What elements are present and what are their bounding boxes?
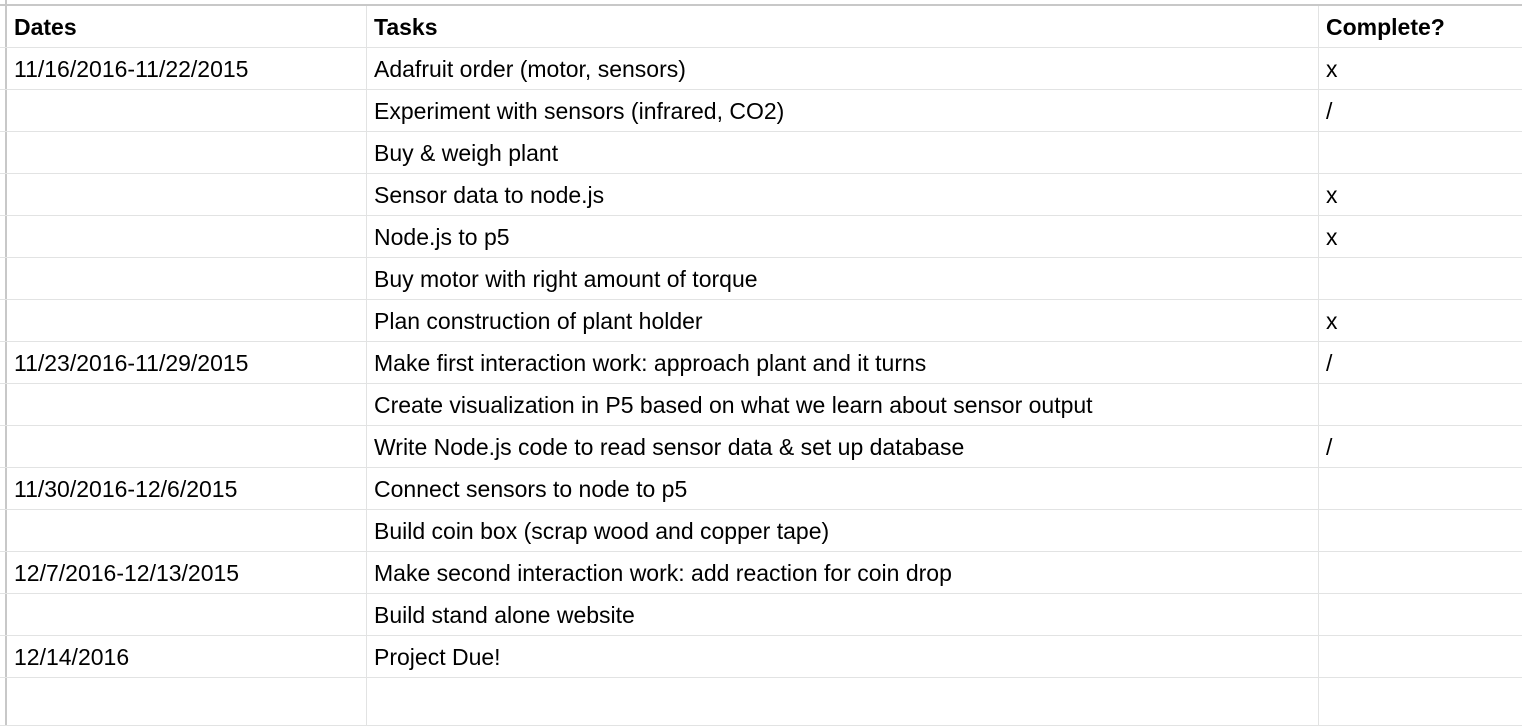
date-cell[interactable]: 11/16/2016-11/22/2015 — [7, 48, 367, 89]
task-cell[interactable]: Connect sensors to node to p5 — [367, 468, 1319, 509]
task-cell[interactable]: Node.js to p5 — [367, 216, 1319, 257]
table-row: Sensor data to node.js x — [0, 174, 1522, 216]
table-row: Plan construction of plant holder x — [0, 300, 1522, 342]
complete-cell[interactable] — [1319, 552, 1522, 593]
complete-cell[interactable]: x — [1319, 174, 1522, 215]
task-cell[interactable]: Build coin box (scrap wood and copper ta… — [367, 510, 1319, 551]
header-cell-complete[interactable]: Complete? — [1319, 6, 1522, 47]
table-row — [0, 678, 1522, 726]
table-row: Create visualization in P5 based on what… — [0, 384, 1522, 426]
task-cell[interactable]: Build stand alone website — [367, 594, 1319, 635]
complete-cell[interactable]: / — [1319, 426, 1522, 467]
date-cell[interactable] — [7, 594, 367, 635]
table-row: 12/7/2016-12/13/2015 Make second interac… — [0, 552, 1522, 594]
task-cell[interactable]: Project Due! — [367, 636, 1319, 677]
date-cell[interactable]: 12/7/2016-12/13/2015 — [7, 552, 367, 593]
complete-cell[interactable] — [1319, 636, 1522, 677]
task-cell[interactable]: Experiment with sensors (infrared, CO2) — [367, 90, 1319, 131]
table-row: Buy motor with right amount of torque — [0, 258, 1522, 300]
table-row: Node.js to p5 x — [0, 216, 1522, 258]
date-cell[interactable] — [7, 174, 367, 215]
date-cell[interactable] — [7, 678, 367, 726]
complete-cell[interactable] — [1319, 594, 1522, 635]
complete-cell[interactable] — [1319, 678, 1522, 726]
complete-cell[interactable] — [1319, 510, 1522, 551]
date-cell[interactable] — [7, 426, 367, 467]
date-cell[interactable] — [7, 90, 367, 131]
task-cell[interactable]: Make second interaction work: add reacti… — [367, 552, 1319, 593]
complete-cell[interactable] — [1319, 258, 1522, 299]
complete-cell[interactable]: / — [1319, 90, 1522, 131]
task-cell[interactable]: Make first interaction work: approach pl… — [367, 342, 1319, 383]
task-cell[interactable] — [367, 678, 1319, 726]
date-cell[interactable] — [7, 300, 367, 341]
date-cell[interactable]: 11/23/2016-11/29/2015 — [7, 342, 367, 383]
date-cell[interactable]: 12/14/2016 — [7, 636, 367, 677]
complete-cell[interactable]: x — [1319, 48, 1522, 89]
task-cell[interactable]: Sensor data to node.js — [367, 174, 1319, 215]
date-cell[interactable] — [7, 216, 367, 257]
spreadsheet-grid: Dates Tasks Complete? 11/16/2016-11/22/2… — [0, 0, 1522, 726]
date-cell[interactable] — [7, 258, 367, 299]
date-cell[interactable] — [7, 384, 367, 425]
table-row: 12/14/2016 Project Due! — [0, 636, 1522, 678]
date-cell[interactable]: 11/30/2016-12/6/2015 — [7, 468, 367, 509]
complete-cell[interactable]: x — [1319, 216, 1522, 257]
complete-cell[interactable] — [1319, 132, 1522, 173]
complete-cell[interactable] — [1319, 384, 1522, 425]
complete-cell[interactable] — [1319, 468, 1522, 509]
date-cell[interactable] — [7, 132, 367, 173]
table-row: Build stand alone website — [0, 594, 1522, 636]
task-cell[interactable]: Create visualization in P5 based on what… — [367, 384, 1319, 425]
table-row: Build coin box (scrap wood and copper ta… — [0, 510, 1522, 552]
task-cell[interactable]: Buy motor with right amount of torque — [367, 258, 1319, 299]
task-cell[interactable]: Buy & weigh plant — [367, 132, 1319, 173]
header-cell-dates[interactable]: Dates — [7, 6, 367, 47]
complete-cell[interactable]: x — [1319, 300, 1522, 341]
table-row: 11/16/2016-11/22/2015 Adafruit order (mo… — [0, 48, 1522, 90]
date-cell[interactable] — [7, 510, 367, 551]
task-cell[interactable]: Plan construction of plant holder — [367, 300, 1319, 341]
complete-cell[interactable]: / — [1319, 342, 1522, 383]
table-row: Buy & weigh plant — [0, 132, 1522, 174]
table-row: Experiment with sensors (infrared, CO2) … — [0, 90, 1522, 132]
task-cell[interactable]: Adafruit order (motor, sensors) — [367, 48, 1319, 89]
header-row: Dates Tasks Complete? — [0, 6, 1522, 48]
header-cell-tasks[interactable]: Tasks — [367, 6, 1319, 47]
table-row: Write Node.js code to read sensor data &… — [0, 426, 1522, 468]
table-row: 11/23/2016-11/29/2015 Make first interac… — [0, 342, 1522, 384]
task-cell[interactable]: Write Node.js code to read sensor data &… — [367, 426, 1319, 467]
table-row: 11/30/2016-12/6/2015 Connect sensors to … — [0, 468, 1522, 510]
